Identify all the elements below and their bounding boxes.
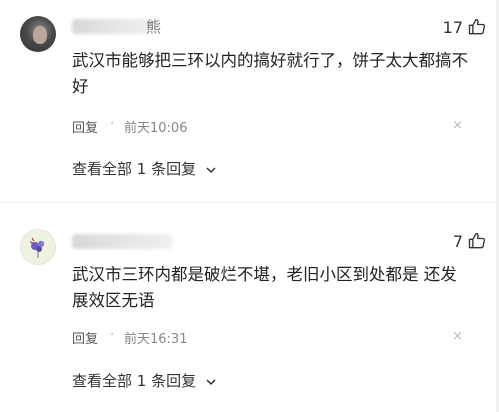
view-all-replies-button[interactable]: 查看全部 1 条回复 <box>72 158 217 179</box>
close-icon[interactable]: × <box>452 329 463 344</box>
reply-button[interactable]: 回复 <box>72 328 98 347</box>
avatar[interactable] <box>20 16 56 52</box>
view-all-label: 查看全部 1 条回复 <box>72 372 197 390</box>
reply-button[interactable]: 回复 <box>72 117 98 136</box>
close-icon[interactable]: × <box>452 118 463 133</box>
comment-time: 前天10:06 <box>124 121 188 136</box>
thumbs-up-icon[interactable] <box>467 231 487 251</box>
chevron-down-icon <box>206 166 216 173</box>
comment-text: 武汉市三环内都是破烂不堪，老旧小区到处都是 还发展效区无语 <box>72 265 457 310</box>
username-blurred[interactable] <box>72 234 172 249</box>
avatar[interactable] <box>20 229 56 265</box>
username-blurred[interactable] <box>72 19 150 34</box>
comment-text: 武汉市能够把三环以内的搞好就行了，饼子太大都搞不好 <box>72 51 468 96</box>
thumbs-up-icon[interactable] <box>467 17 487 37</box>
comment-divider <box>0 202 499 203</box>
separator-dot: · <box>110 117 115 132</box>
separator-dot: · <box>110 328 115 343</box>
like-count: 7 <box>452 232 463 251</box>
like-count: 17 <box>442 18 463 37</box>
comment-time: 前天16:31 <box>124 332 188 347</box>
view-all-replies-button[interactable]: 查看全部 1 条回复 <box>72 370 217 391</box>
view-all-label: 查看全部 1 条回复 <box>72 160 197 178</box>
chevron-down-icon <box>206 378 216 385</box>
username-visible-part[interactable]: 熊 <box>146 16 161 37</box>
